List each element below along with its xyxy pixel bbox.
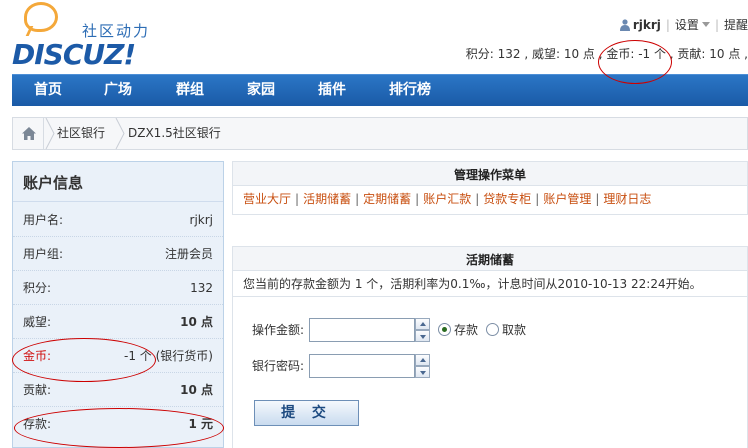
row-label: 用户组: (23, 247, 64, 261)
withdraw-radio[interactable] (486, 323, 499, 336)
menu-link-hall[interactable]: 营业大厅 (243, 192, 291, 206)
menu-links: 营业大厅 | 活期储蓄 | 定期储蓄 | 账户汇款 | 贷款专柜 | 账户管理 | 理财日志 (233, 186, 747, 213)
menu-link-demand[interactable]: 活期储蓄 (303, 192, 351, 206)
annotation-ellipse (14, 408, 224, 448)
spin-up-icon[interactable] (415, 354, 430, 366)
remind-link[interactable]: 提醒 (724, 18, 748, 32)
home-button[interactable] (13, 118, 44, 149)
nav-item-groups[interactable]: 群组 (176, 75, 204, 107)
password-input[interactable] (309, 354, 415, 378)
deposit-info: 您当前的存款金额为 1 个，活期利率为0.1‰，计息时间从2010-10-13 … (233, 271, 747, 297)
account-title: 账户信息 (13, 162, 223, 202)
divider: | (415, 192, 420, 206)
password-spinner[interactable] (415, 354, 430, 378)
spin-up-icon[interactable] (415, 318, 430, 330)
divider: | (295, 192, 300, 206)
amount-row: 操作金额: 存款 取款 (252, 318, 552, 342)
withdraw-radio-label[interactable]: 取款 (502, 318, 526, 342)
menu-link-transfer[interactable]: 账户汇款 (423, 192, 471, 206)
row-label: 威望: (23, 315, 52, 329)
divider: | (535, 192, 540, 206)
spin-down-icon[interactable] (415, 366, 430, 378)
user-icon (619, 19, 630, 31)
home-icon (22, 127, 36, 140)
amount-input[interactable] (309, 318, 415, 342)
row-label: 用户名: (23, 213, 64, 227)
account-panel: 账户信息 用户名: rjkrj 用户组: 注册会员 积分: 132 威望: 10 点 金… (12, 161, 224, 448)
account-row: 用户名: rjkrj (13, 203, 223, 237)
account-row: 积分: 132 (13, 271, 223, 305)
row-value: 10 点 (180, 315, 213, 329)
chevron-right-icon (115, 118, 125, 149)
deposit-title: 活期储蓄 (233, 247, 747, 271)
nav-item-square[interactable]: 广场 (104, 75, 132, 107)
deposit-radio[interactable] (438, 323, 451, 336)
account-row: 威望: 10 点 (13, 305, 223, 339)
nav-item-plugins[interactable]: 插件 (318, 75, 346, 107)
chevron-right-icon (45, 118, 55, 149)
spin-down-icon[interactable] (415, 330, 430, 342)
divider: | (355, 192, 360, 206)
breadcrumb: 社区银行 DZX1.5社区银行 (12, 117, 748, 150)
nav-item-home[interactable]: 首页 (34, 75, 62, 107)
chevron-down-icon[interactable] (701, 22, 710, 27)
top-user-bar: rjkrj | 设置 | 提醒 (619, 16, 748, 33)
password-row: 银行密码: (252, 354, 552, 378)
password-label: 银行密码: (252, 359, 305, 373)
row-value: 132 (190, 281, 213, 295)
amount-spinner[interactable] (415, 318, 430, 342)
annotation-ellipse (12, 338, 156, 382)
submit-button[interactable]: 提 交 (254, 400, 359, 426)
nav-item-ranking[interactable]: 排行榜 (389, 75, 431, 107)
menu-link-loan[interactable]: 贷款专柜 (483, 192, 531, 206)
divider: | (475, 192, 480, 206)
logo-wordmark: DISCUZ! (12, 38, 136, 71)
menu-link-account[interactable]: 账户管理 (543, 192, 591, 206)
row-label: 积分: (23, 281, 52, 295)
nav-item-home-space[interactable]: 家园 (247, 75, 275, 107)
breadcrumb-item-bank[interactable]: 社区银行 (57, 118, 105, 149)
menu-link-fixed[interactable]: 定期储蓄 (363, 192, 411, 206)
row-value: rjkrj (189, 213, 213, 227)
row-value: 10 点 (180, 383, 213, 397)
annotation-ellipse (598, 40, 672, 84)
username-link[interactable]: rjkrj (633, 18, 661, 32)
deposit-radio-label[interactable]: 存款 (454, 318, 478, 342)
manage-menu-panel: 管理操作菜单 营业大厅 | 活期储蓄 | 定期储蓄 | 账户汇款 | 贷款专柜 | 账户管理 | 理财日… (232, 161, 748, 215)
discuz-logo[interactable]: 社区动力 DISCUZ! (10, 0, 170, 71)
row-value: 注册会员 (164, 247, 213, 261)
amount-label: 操作金额: (252, 323, 305, 337)
settings-link[interactable]: 设置 (675, 18, 699, 32)
menu-title: 管理操作菜单 (233, 162, 747, 186)
breadcrumb-item-current[interactable]: DZX1.5社区银行 (128, 118, 221, 149)
divider: | (665, 18, 670, 32)
divider: | (595, 192, 600, 206)
menu-link-log[interactable]: 理财日志 (603, 192, 651, 206)
divider: | (714, 18, 719, 32)
account-row: 用户组: 注册会员 (13, 237, 223, 271)
